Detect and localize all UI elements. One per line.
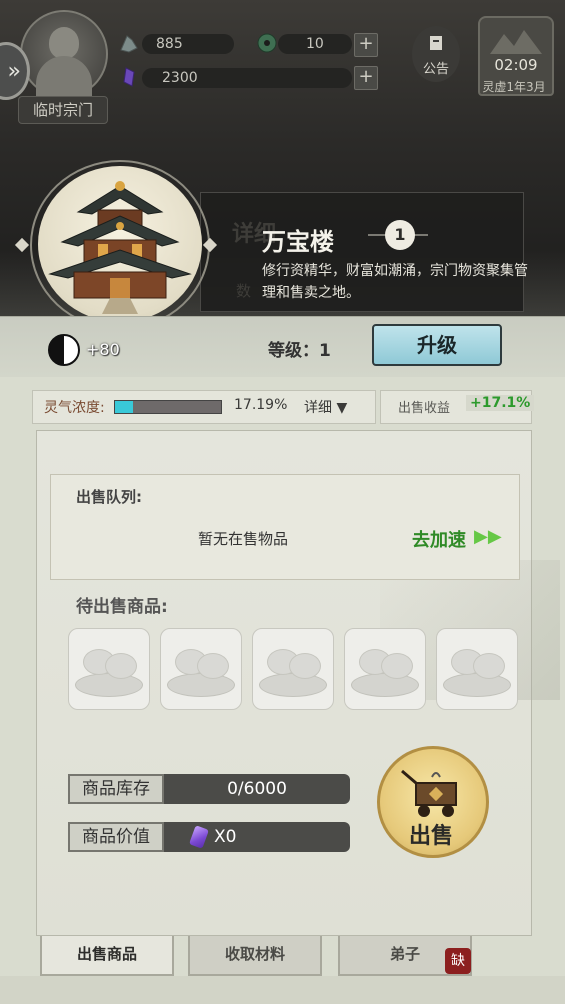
stone-count: 885 bbox=[156, 36, 183, 52]
plate-icon bbox=[75, 673, 143, 697]
add-gem-button[interactable]: + bbox=[354, 66, 378, 90]
stock-value: 0/6000 bbox=[164, 774, 350, 804]
pagoda-icon bbox=[48, 181, 192, 314]
goods-slot[interactable] bbox=[160, 628, 242, 710]
lack-badge: 缺 bbox=[445, 948, 471, 974]
building-portrait bbox=[38, 166, 202, 322]
plate-icon bbox=[443, 673, 511, 697]
building-description: 修行资精华，财富如潮涌，宗门物资聚集管理和售卖之地。 bbox=[262, 263, 528, 301]
income-label: 出售收益 bbox=[398, 401, 451, 416]
avatar-body bbox=[36, 56, 92, 96]
sell-button-label[interactable]: 出售 bbox=[409, 818, 453, 850]
building-level-label: 等级：1 bbox=[268, 341, 331, 361]
price-label: 商品价值 bbox=[68, 822, 164, 852]
gem-count-bar: 2300 bbox=[142, 68, 352, 88]
bun-icon bbox=[473, 653, 505, 679]
spirit-density-percent: 17.19% bbox=[234, 397, 288, 413]
plate-icon bbox=[167, 673, 235, 697]
yin-yang-icon bbox=[48, 334, 80, 366]
add-jade-button[interactable]: + bbox=[354, 33, 378, 57]
spirit-density-label: 灵气浓度: bbox=[44, 400, 105, 416]
jade-count-bar: 10 bbox=[278, 34, 352, 54]
cart-icon bbox=[401, 769, 457, 817]
purple-gem-icon bbox=[189, 825, 209, 849]
notice-label: 公告 bbox=[422, 62, 449, 77]
mountain-icon bbox=[490, 30, 542, 54]
sect-avatar[interactable] bbox=[20, 10, 108, 98]
price-value-bar: X0 bbox=[164, 822, 350, 852]
bun-icon bbox=[105, 653, 137, 679]
jade-coin-icon bbox=[257, 33, 277, 53]
plate-icon bbox=[351, 673, 419, 697]
avatar-head bbox=[49, 27, 79, 59]
stone-count-bar: 885 bbox=[142, 34, 234, 54]
building-name: 万宝楼 bbox=[262, 228, 334, 256]
tab-sell-goods[interactable]: 出售商品 bbox=[40, 936, 174, 976]
bun-icon bbox=[289, 653, 321, 679]
speedup-arrows-icon[interactable]: ▶▶ bbox=[474, 526, 502, 547]
notice-button[interactable]: 公告 bbox=[412, 26, 460, 82]
spirit-density-bar bbox=[114, 400, 222, 414]
gem-count: 2300 bbox=[162, 70, 198, 86]
tab-collect-materials[interactable]: 收取材料 bbox=[188, 936, 322, 976]
spirit-stone-icon bbox=[120, 35, 138, 53]
sect-name-label: 临时宗门 bbox=[18, 96, 108, 124]
goods-slot[interactable] bbox=[252, 628, 334, 710]
background-detail-text: 数 bbox=[236, 282, 252, 300]
bun-icon bbox=[197, 653, 229, 679]
double-chevron-icon: » bbox=[7, 58, 21, 84]
game-date: 灵虚1年3月 bbox=[482, 80, 546, 94]
stock-label: 商品库存 bbox=[68, 774, 164, 804]
sell-queue-title: 出售队列: bbox=[76, 488, 142, 506]
upgrade-button[interactable]: 升级 bbox=[372, 324, 502, 366]
sell-queue-empty-text: 暂无在售物品 bbox=[198, 530, 289, 548]
ground-strip bbox=[0, 976, 565, 1004]
goods-slot[interactable] bbox=[436, 628, 518, 710]
game-time: 02:09 bbox=[494, 56, 538, 74]
bun-icon bbox=[381, 653, 413, 679]
yin-yang-value: +80 bbox=[86, 340, 120, 359]
spirit-density-fill bbox=[115, 401, 134, 413]
price-value: X0 bbox=[214, 827, 237, 847]
income-value: +17.1% bbox=[466, 395, 535, 411]
scroll-icon bbox=[430, 36, 442, 50]
speedup-button[interactable]: 去加速 bbox=[412, 526, 466, 552]
pending-goods-title: 待出售商品: bbox=[76, 597, 168, 617]
goods-slot[interactable] bbox=[68, 628, 150, 710]
plate-icon bbox=[259, 673, 327, 697]
goods-slot[interactable] bbox=[344, 628, 426, 710]
purple-gem-icon bbox=[123, 67, 135, 87]
jade-count: 10 bbox=[306, 36, 324, 52]
spirit-detail-dropdown[interactable]: 详细 ▼ bbox=[304, 397, 347, 417]
building-level-badge: 1 bbox=[385, 220, 415, 250]
